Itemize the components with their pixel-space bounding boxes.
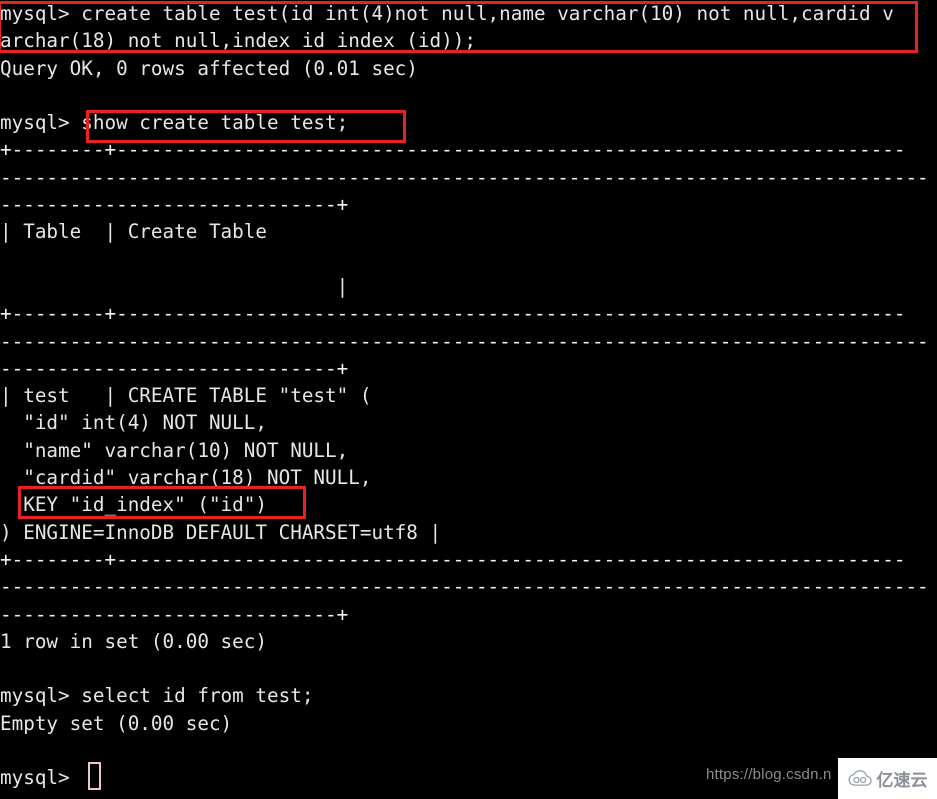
terminal-line: Empty set (0.00 sec) xyxy=(0,711,233,735)
terminal-line: 1 row in set (0.00 sec) xyxy=(0,629,267,653)
terminal-line: -----------------------------+ xyxy=(0,356,349,380)
terminal-output[interactable]: mysql> create table test(id int(4)not nu… xyxy=(0,0,937,799)
terminal-line: mysql> select id from test; xyxy=(0,684,314,708)
terminal-line: ----------------------------------------… xyxy=(0,165,929,189)
terminal-line: +--------+------------------------------… xyxy=(0,138,906,162)
brand-watermark-label: 亿速云 xyxy=(876,771,928,791)
terminal-line: ----------------------------------------… xyxy=(0,575,929,599)
terminal-line: "cardid" varchar(18) NOT NULL, xyxy=(0,466,372,490)
terminal-line: "id" int(4) NOT NULL, xyxy=(0,411,267,435)
terminal-line: ----------------------------------------… xyxy=(0,329,929,353)
terminal-line: KEY "id_index" ("id") xyxy=(0,493,267,517)
terminal-line: archar(18) not null,index id_index (id))… xyxy=(0,29,476,53)
terminal-line: +--------+------------------------------… xyxy=(0,302,906,326)
terminal-line: "name" varchar(10) NOT NULL, xyxy=(0,438,349,462)
text-cursor xyxy=(88,762,101,790)
terminal-line: -----------------------------+ xyxy=(0,193,349,217)
terminal-line: | test | CREATE TABLE "test" ( xyxy=(0,384,372,408)
brand-watermark: 亿速云 xyxy=(838,758,937,799)
terminal-line: -----------------------------+ xyxy=(0,602,349,626)
cloud-icon xyxy=(847,770,872,786)
csdn-watermark: https://blog.csdn.n xyxy=(706,766,832,783)
terminal-screenshot: mysql> create table test(id int(4)not nu… xyxy=(0,0,937,799)
terminal-line: ) ENGINE=InnoDB DEFAULT CHARSET=utf8 | xyxy=(0,520,442,544)
terminal-line: | Table | Create Table xyxy=(0,220,267,244)
terminal-line: | xyxy=(0,274,349,298)
terminal-line: Query OK, 0 rows affected (0.01 sec) xyxy=(0,56,418,80)
terminal-line: +--------+------------------------------… xyxy=(0,547,906,571)
terminal-line: mysql> show create table test; xyxy=(0,111,349,135)
terminal-line: mysql> create table test(id int(4)not nu… xyxy=(0,2,894,25)
